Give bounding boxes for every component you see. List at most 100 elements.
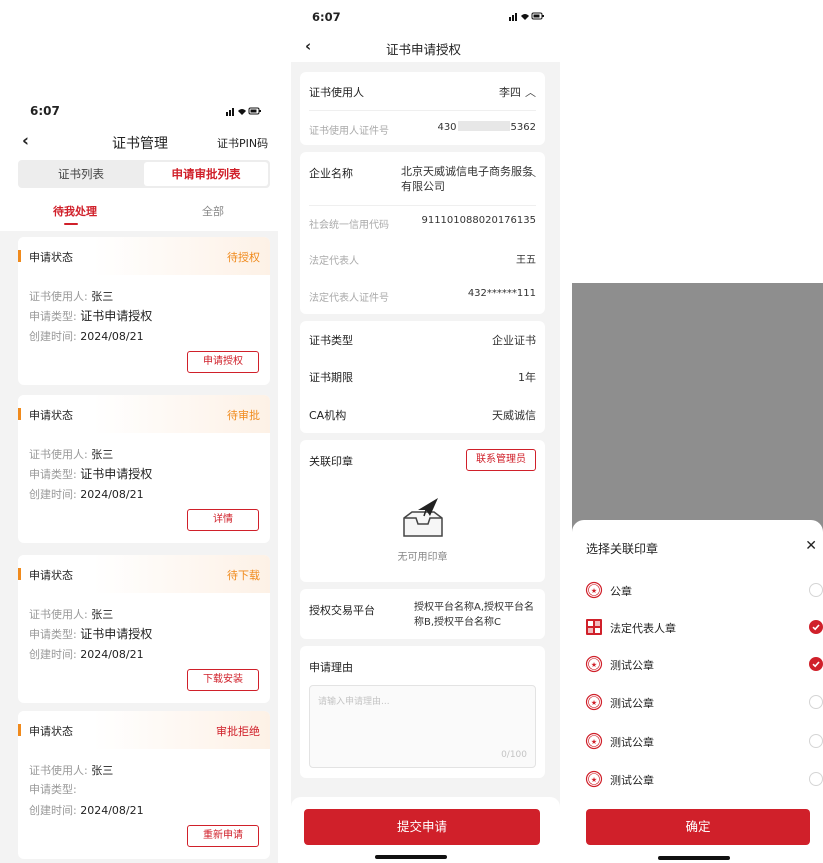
status-bar-icons: [226, 106, 262, 119]
card-header: 申请状态 待下载: [18, 555, 270, 593]
card-header: 申请状态 审批拒绝: [18, 711, 270, 749]
cert-period-label: 证书期限: [309, 371, 353, 384]
tab-certificate-list[interactable]: 证书列表: [20, 162, 142, 186]
reason-textarea[interactable]: 请输入申请理由... 0/100: [309, 685, 536, 768]
subtab-pending[interactable]: 待我处理: [53, 203, 97, 219]
type-value: 证书申请授权: [80, 467, 153, 481]
user-label: 证书使用人:: [29, 608, 88, 621]
status-badge: 待下载: [227, 569, 260, 582]
legal-rep-value: 王五: [516, 255, 536, 266]
time-label: 创建时间:: [29, 648, 77, 661]
time-value: 2024/08/21: [80, 804, 144, 817]
company-label: 企业名称: [309, 167, 353, 180]
seal-label: 测试公章: [610, 659, 654, 672]
application-card: 申请状态 待下载 证书使用人: 张三 申请类型: 证书申请授权 创建时间: 20…: [18, 555, 270, 703]
type-label: 申请类型:: [29, 628, 77, 641]
status-accent-bar: [18, 724, 21, 736]
status-badge: 待授权: [227, 251, 260, 264]
application-card: 申请状态 待授权 证书使用人: 张三 申请类型: 证书申请授权 创建时间: 20…: [18, 237, 270, 385]
back-chevron-icon[interactable]: ‹: [305, 37, 311, 55]
subtab-all[interactable]: 全部: [202, 203, 224, 219]
cert-type-label: 证书类型: [309, 334, 353, 347]
square-seal-icon: [586, 619, 602, 635]
time-value: 2024/08/21: [80, 330, 144, 343]
seal-label: 公章: [610, 585, 632, 598]
cert-user-value-row[interactable]: 李四 ︿: [499, 84, 536, 100]
unchecked-radio-icon[interactable]: [809, 772, 823, 786]
application-list: 申请状态 待授权 证书使用人: 张三 申请类型: 证书申请授权 创建时间: 20…: [0, 231, 278, 863]
cert-type-value: 企业证书: [492, 334, 536, 347]
apply-authorization-button[interactable]: 申请授权: [187, 351, 259, 373]
user-value: 张三: [91, 764, 114, 777]
empty-inbox-icon: [400, 496, 446, 540]
details-button[interactable]: 详情: [187, 509, 259, 531]
certificate-info-section: 证书类型 企业证书 证书期限 1年 CA机构 天威诚信: [300, 321, 545, 433]
status-accent-bar: [18, 408, 21, 420]
seal-option[interactable]: 法定代表人章: [585, 617, 823, 637]
round-seal-icon: ★: [585, 693, 603, 711]
seal-option[interactable]: ★ 测试公章: [585, 731, 823, 751]
certificate-pin-link[interactable]: 证书PIN码: [217, 135, 268, 151]
application-card: 申请状态 审批拒绝 证书使用人: 张三 申请类型: 创建时间: 2024/08/…: [18, 711, 270, 859]
card-type-line: 申请类型: 证书申请授权: [29, 307, 152, 324]
submit-application-button[interactable]: 提交申请: [304, 809, 540, 845]
home-indicator: [375, 855, 447, 859]
card-type-line: 申请类型:: [29, 781, 77, 797]
seal-label: 测试公章: [610, 774, 654, 787]
legal-id-label: 法定代表人证件号: [309, 293, 389, 304]
back-chevron-icon[interactable]: ‹: [22, 131, 29, 151]
sheet-title: 选择关联印章: [586, 542, 659, 556]
card-type-line: 申请类型: 证书申请授权: [29, 465, 152, 482]
svg-text:★: ★: [591, 699, 597, 707]
company-value-row[interactable]: 北京天威诚信电子商务服务有限公司: [401, 164, 536, 194]
user-label: 证书使用人:: [29, 448, 88, 461]
card-header: 申请状态 待授权: [18, 237, 270, 275]
contact-admin-button[interactable]: 联系管理员: [466, 449, 536, 471]
checked-radio-icon[interactable]: [809, 620, 823, 634]
card-user-line: 证书使用人: 张三: [29, 606, 113, 622]
unchecked-radio-icon[interactable]: [809, 695, 823, 709]
application-card: 申请状态 待审批 证书使用人: 张三 申请类型: 证书申请授权 创建时间: 20…: [18, 395, 270, 543]
seal-option[interactable]: ★ 测试公章: [585, 654, 823, 674]
chevron-up-icon[interactable]: ︿: [525, 164, 536, 180]
modal-overlay[interactable]: [572, 283, 823, 543]
card-title: 申请状态: [29, 251, 73, 264]
unchecked-radio-icon[interactable]: [809, 734, 823, 748]
ca-label: CA机构: [309, 409, 347, 422]
card-title: 申请状态: [29, 569, 73, 582]
close-icon[interactable]: ✕: [805, 538, 817, 554]
card-header: 申请状态 待审批: [18, 395, 270, 433]
reapply-button[interactable]: 重新申请: [187, 825, 259, 847]
seal-option[interactable]: ★ 公章: [585, 580, 823, 600]
reason-placeholder: 请输入申请理由...: [318, 697, 390, 707]
cert-id-label: 证书使用人证件号: [309, 126, 389, 137]
cert-user-value: 李四: [499, 86, 521, 99]
seal-option[interactable]: ★ 测试公章: [585, 769, 823, 789]
divider: [309, 110, 536, 111]
seal-option[interactable]: ★ 测试公章: [585, 692, 823, 712]
round-seal-icon: ★: [585, 655, 603, 673]
time-label: 创建时间:: [29, 804, 77, 817]
cert-id-suffix: 5362: [510, 122, 536, 133]
download-install-button[interactable]: 下载安装: [187, 669, 259, 691]
card-title: 申请状态: [29, 725, 73, 738]
reason-section: 申请理由 请输入申请理由... 0/100: [300, 646, 545, 778]
page-title: 证书申请授权: [386, 42, 462, 57]
cert-user-label: 证书使用人: [309, 86, 364, 99]
svg-text:★: ★: [591, 587, 597, 595]
round-seal-icon: ★: [585, 581, 603, 599]
unchecked-radio-icon[interactable]: [809, 583, 823, 597]
card-title: 申请状态: [29, 409, 73, 422]
svg-text:★: ★: [591, 776, 597, 784]
card-time-line: 创建时间: 2024/08/21: [29, 486, 144, 502]
card-user-line: 证书使用人: 张三: [29, 762, 113, 778]
user-value: 张三: [91, 608, 114, 621]
seal-label: 关联印章: [309, 455, 353, 468]
tab-approval-list[interactable]: 申请审批列表: [144, 162, 268, 186]
status-badge: 审批拒绝: [216, 725, 260, 738]
confirm-button[interactable]: 确定: [586, 809, 810, 845]
subtab-underline: [64, 223, 78, 225]
checked-radio-icon[interactable]: [809, 657, 823, 671]
time-label: 创建时间:: [29, 330, 77, 343]
platform-label: 授权交易平台: [309, 604, 375, 617]
